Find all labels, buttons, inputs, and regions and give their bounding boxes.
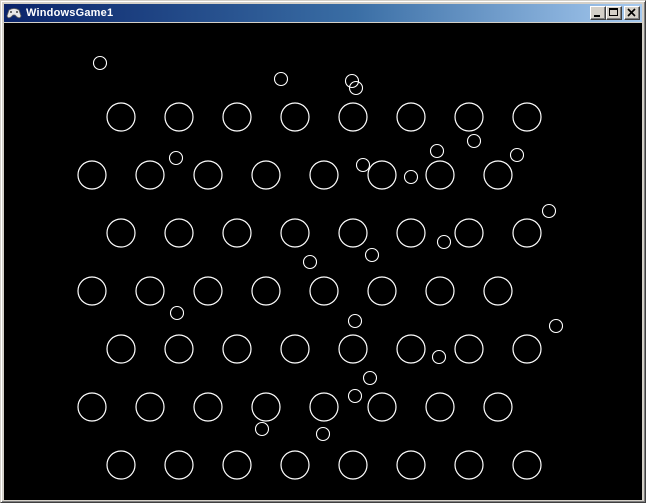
peg [164, 334, 194, 364]
peg [106, 334, 136, 364]
peg [193, 392, 223, 422]
ball [362, 370, 378, 386]
peg [396, 334, 426, 364]
window-controls [590, 6, 640, 20]
minimize-icon [594, 15, 600, 17]
ball [254, 421, 270, 437]
ball [302, 254, 318, 270]
peg [222, 218, 252, 248]
peg [425, 276, 455, 306]
game-canvas[interactable] [4, 23, 642, 500]
peg [338, 102, 368, 132]
ball [364, 247, 380, 263]
game-window: WindowsGame1 [0, 0, 646, 503]
peg [193, 276, 223, 306]
window-title: WindowsGame1 [26, 7, 114, 19]
peg [454, 334, 484, 364]
ball [347, 388, 363, 404]
peg [251, 160, 281, 190]
peg [367, 160, 397, 190]
peg [106, 102, 136, 132]
peg [77, 392, 107, 422]
peg [396, 102, 426, 132]
peg [106, 218, 136, 248]
peg [309, 276, 339, 306]
ball [273, 71, 289, 87]
ball [548, 318, 564, 334]
peg [164, 450, 194, 480]
ball [168, 150, 184, 166]
peg [280, 102, 310, 132]
peg [483, 392, 513, 422]
peg [164, 218, 194, 248]
peg [425, 160, 455, 190]
ball [169, 305, 185, 321]
game-viewport[interactable] [4, 23, 642, 500]
peg [512, 102, 542, 132]
peg [396, 218, 426, 248]
peg [309, 160, 339, 190]
maximize-icon [609, 8, 618, 16]
peg [338, 334, 368, 364]
peg [309, 392, 339, 422]
peg [193, 160, 223, 190]
ball [466, 133, 482, 149]
peg [164, 102, 194, 132]
close-button[interactable] [624, 6, 640, 20]
peg [135, 276, 165, 306]
peg [222, 450, 252, 480]
peg [280, 218, 310, 248]
peg [280, 334, 310, 364]
ball [509, 147, 525, 163]
peg [396, 450, 426, 480]
peg [367, 392, 397, 422]
ball [347, 313, 363, 329]
minimize-button[interactable] [590, 6, 606, 20]
ball [403, 169, 419, 185]
peg [454, 102, 484, 132]
close-icon [627, 8, 636, 17]
peg [367, 276, 397, 306]
peg [280, 450, 310, 480]
ball [429, 143, 445, 159]
ball [355, 157, 371, 173]
peg [77, 276, 107, 306]
title-bar[interactable]: WindowsGame1 [4, 4, 642, 22]
peg [483, 160, 513, 190]
peg [222, 102, 252, 132]
peg [483, 276, 513, 306]
ball [315, 426, 331, 442]
peg [338, 450, 368, 480]
peg [77, 160, 107, 190]
ball [541, 203, 557, 219]
peg [135, 392, 165, 422]
peg [425, 392, 455, 422]
peg [222, 334, 252, 364]
peg [106, 450, 136, 480]
peg [454, 218, 484, 248]
peg [512, 334, 542, 364]
peg [135, 160, 165, 190]
peg [512, 450, 542, 480]
ball [92, 55, 108, 71]
peg [251, 392, 281, 422]
ball [431, 349, 447, 365]
peg [512, 218, 542, 248]
peg [454, 450, 484, 480]
peg [338, 218, 368, 248]
gamepad-icon [6, 6, 22, 20]
ball [436, 234, 452, 250]
maximize-button[interactable] [606, 6, 622, 20]
peg [251, 276, 281, 306]
